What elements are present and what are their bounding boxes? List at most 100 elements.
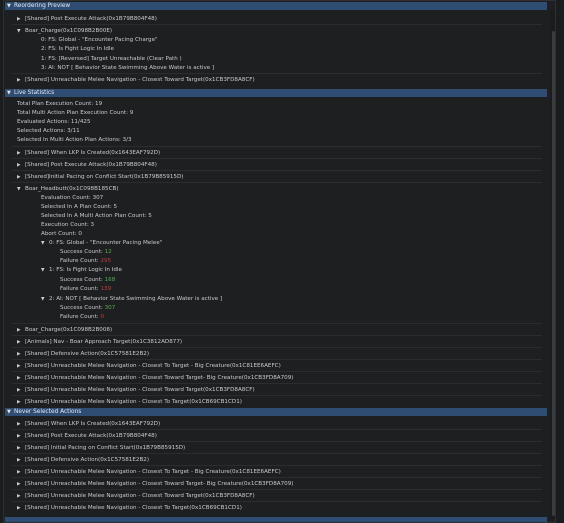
section-header-never-selected-actions[interactable]: ▼ Never Selected Actions: [5, 408, 547, 416]
condition-label: 3: AI: NOT [ Behavior State Swimming Abo…: [41, 65, 215, 71]
expand-arrow-icon[interactable]: ▶: [17, 400, 25, 406]
expand-arrow-icon[interactable]: ▶: [17, 175, 25, 181]
stat-line: Selected In A Multi Action Plan Count: 5: [41, 213, 152, 219]
collapse-arrow-icon[interactable]: ▼: [17, 29, 25, 35]
tree-node-label: [Shared] Unreachable Melee Navigation - …: [25, 481, 294, 487]
expand-arrow-icon[interactable]: ▶: [17, 446, 25, 452]
expand-arrow-icon[interactable]: ▶: [17, 328, 25, 334]
expand-arrow-icon[interactable]: ▶: [17, 506, 25, 512]
collapse-arrow-icon[interactable]: ▼: [17, 187, 25, 193]
stat-text: Selected In A Plan Count: 5: [41, 204, 118, 210]
tree-node[interactable]: ▶ [Shared] Post Execute Attack(0x1B79B804…: [17, 162, 157, 168]
tree-node-label: [Shared] Post Execute Attack(0x1B79B804F…: [25, 162, 157, 168]
section-title: Never Selected Actions: [14, 409, 82, 415]
collapse-arrow-icon[interactable]: ▼: [7, 89, 14, 97]
tree-node[interactable]: ▶ [Shared]Initial Pacing on Conflict Star…: [17, 174, 183, 180]
divider: [12, 441, 542, 442]
condition-node[interactable]: ▼ 1: FS: Is Fight Logic In Idle: [41, 267, 122, 273]
tree-node-label: [Shared] When LKP Is Created(0x1643EAF79…: [25, 150, 161, 156]
stat-line: Total Plan Execution Count: 19: [17, 101, 102, 107]
expand-arrow-icon[interactable]: ▶: [17, 388, 25, 394]
tree-node[interactable]: ▶ [Shared] Unreachable Melee Navigation -…: [17, 493, 255, 499]
divider: [12, 453, 542, 454]
expand-arrow-icon[interactable]: ▶: [17, 470, 25, 476]
expand-arrow-icon[interactable]: ▶: [17, 376, 25, 382]
failure-label: Failure Count:: [60, 286, 99, 292]
tree-node-boar-headbutt[interactable]: ▼ Boar_Headbutt(0x1C098B185CB): [17, 186, 119, 192]
divider: [12, 73, 542, 74]
tree-node[interactable]: ▶ [Animals] Nav - Boar Approach Target(0x…: [17, 339, 182, 345]
tree-node-label: [Shared] Unreachable Melee Navigation - …: [25, 77, 255, 83]
failure-value: 295: [100, 258, 112, 264]
scrollbar-thumb[interactable]: [552, 31, 555, 516]
divider: [12, 477, 542, 478]
expand-arrow-icon[interactable]: ▶: [17, 494, 25, 500]
stat-line: Execution Count: 3: [41, 222, 94, 228]
expand-arrow-icon[interactable]: ▶: [17, 17, 25, 23]
collapse-arrow-icon[interactable]: ▼: [41, 268, 49, 274]
collapse-arrow-icon[interactable]: ▼: [7, 2, 14, 10]
condition-node[interactable]: ▼ 0: FS: Global - "Encounter Pacing Melee…: [41, 240, 162, 246]
stat-line: Evaluated Actions: 11/425: [17, 119, 91, 125]
tree-node[interactable]: ▶ Boar_Charge(0x1C098B2B008): [17, 327, 112, 333]
tree-node-label: [Shared] Unreachable Melee Navigation - …: [25, 363, 281, 369]
expand-arrow-icon[interactable]: ▶: [17, 482, 25, 488]
divider: [12, 323, 542, 324]
tree-node[interactable]: ▶ [Shared] Unreachable Melee Navigation -…: [17, 77, 255, 83]
collapse-arrow-icon[interactable]: ▼: [41, 297, 49, 303]
tree-node-label: [Shared] When LKP Is Created(0x1643EAF79…: [25, 421, 161, 427]
collapse-arrow-icon[interactable]: ▼: [41, 241, 49, 247]
tree-node[interactable]: ▶ [Shared] When LKP Is Created(0x1643EAF7…: [17, 150, 160, 156]
expand-arrow-icon[interactable]: ▶: [17, 422, 25, 428]
tree-node[interactable]: ▶ [Shared] Defensive Action(0x1C57581E2B2…: [17, 351, 149, 357]
expand-arrow-icon[interactable]: ▶: [17, 340, 25, 346]
failure-value: 139: [100, 286, 112, 292]
expand-arrow-icon[interactable]: ▶: [17, 458, 25, 464]
tree-node[interactable]: ▶ [Shared] Unreachable Melee Navigation -…: [17, 481, 293, 487]
expand-arrow-icon[interactable]: ▶: [17, 352, 25, 358]
tree-node[interactable]: ▶ [Shared] Unreachable Melee Navigation -…: [17, 505, 242, 511]
success-label: Success Count:: [60, 277, 103, 283]
failure-value: 0: [100, 314, 105, 320]
condition-label: 2: AI: NOT [ Behavior State Swimming Abo…: [49, 296, 223, 302]
expand-arrow-icon[interactable]: ▶: [17, 434, 25, 440]
tree-node-label: [Shared]Initial Pacing on Conflict Start…: [25, 174, 184, 180]
tree-node[interactable]: ▶ [Shared] Defensive Action(0x1C57581E2B2…: [17, 457, 149, 463]
stat-text: Selected Actions: 3/11: [17, 128, 80, 134]
stat-text: Total Plan Execution Count: 19: [17, 101, 103, 107]
tree-node-label: [Shared] Unreachable Melee Navigation - …: [25, 399, 242, 405]
condition-item: 1: FS: [Reversed] Target Unreachable (Cl…: [41, 56, 182, 62]
section-header-live-statistics[interactable]: ▼ Live Statistics: [5, 89, 547, 97]
tree-node[interactable]: ▶ [Shared] Unreachable Melee Navigation -…: [17, 399, 242, 405]
tree-node[interactable]: ▶ [Shared] Unreachable Melee Navigation -…: [17, 363, 281, 369]
tree-node[interactable]: ▶ [Shared] Unreachable Melee Navigation -…: [17, 469, 281, 475]
divider: [12, 429, 542, 430]
failure-label: Failure Count:: [60, 258, 99, 264]
tree-node[interactable]: ▶ [Shared] Unreachable Melee Navigation -…: [17, 375, 293, 381]
expand-arrow-icon[interactable]: ▶: [17, 364, 25, 370]
tree-node[interactable]: ▶ [Shared] Post Execute Attack(0x1B79B804…: [17, 433, 157, 439]
stat-text: Selected In Multi Action Plan Actions: 3…: [17, 137, 132, 143]
tree-node-label: [Shared] Defensive Action(0x1C57581E2B2): [25, 351, 150, 357]
stat-text: Total Multi Action Plan Execution Count:…: [17, 110, 134, 116]
collapse-arrow-icon[interactable]: ▼: [7, 408, 14, 416]
tree-node[interactable]: ▶ [Shared] Initial Pacing on Conflict Sta…: [17, 445, 185, 451]
tree-node[interactable]: ▶ [Shared] When LKP Is Created(0x1643EAF7…: [17, 421, 160, 427]
condition-node[interactable]: ▼ 2: AI: NOT [ Behavior State Swimming Ab…: [41, 296, 222, 302]
condition-label: 1: FS: Is Fight Logic In Idle: [49, 267, 122, 273]
section-header-reordering-preview[interactable]: ▼ Reordering Preview: [5, 2, 547, 10]
expand-arrow-icon[interactable]: ▶: [17, 163, 25, 169]
condition-item: 0: FS: Global - "Encounter Pacing Charge…: [41, 37, 158, 43]
section-header-next[interactable]: [5, 517, 547, 522]
tree-node-label: Boar_Charge(0x1C098B2B008): [25, 327, 113, 333]
expand-arrow-icon[interactable]: ▶: [17, 151, 25, 157]
tree-node[interactable]: ▶ [Shared] Post Execute Attack(0x1B79B804…: [17, 16, 157, 22]
success-value: 168: [104, 277, 116, 283]
divider: [12, 335, 542, 336]
divider: [12, 489, 542, 490]
action-debugger-window: ▼ Reordering Preview ▶ [Shared] Post Execu…: [3, 0, 556, 523]
expand-arrow-icon[interactable]: ▶: [17, 78, 25, 84]
tree-node-label: [Shared] Initial Pacing on Conflict Star…: [25, 445, 186, 451]
tree-node[interactable]: ▼ Boar_Charge(0x1C098B2B00E): [17, 28, 112, 34]
tree-node[interactable]: ▶ [Shared] Unreachable Melee Navigation -…: [17, 387, 255, 393]
